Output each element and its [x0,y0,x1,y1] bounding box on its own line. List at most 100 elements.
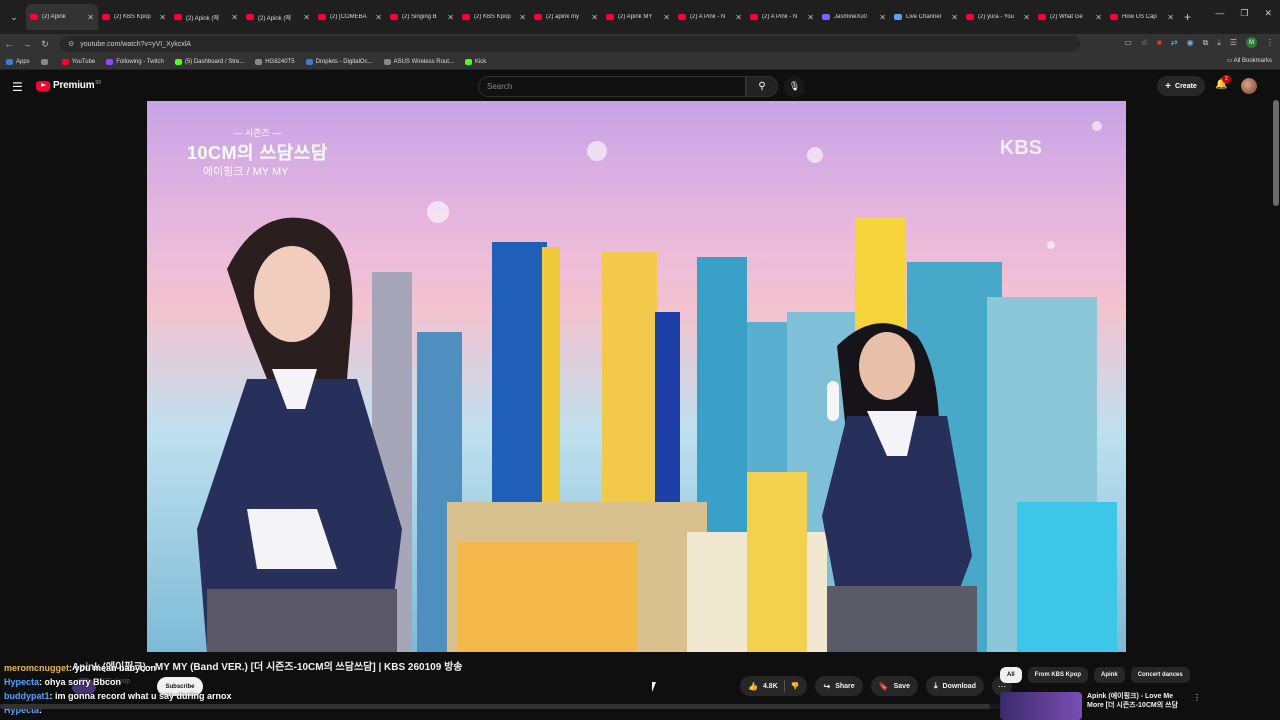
network-watermark: KBS [999,137,1042,159]
recommendation-title[interactable]: Apink (에이핑크) - Love Me More [더 시즌즈-10CM의… [1087,692,1187,720]
tab-close-icon[interactable]: ✕ [447,13,454,22]
bookmark-apps[interactable]: Apps [6,58,30,65]
tab-close-icon[interactable]: ✕ [159,13,166,22]
search-button[interactable]: ⚲ [746,76,778,97]
tab-search-icon[interactable]: ⌄ [4,7,24,27]
chrome-menu-icon[interactable]: ⋮ [1266,38,1274,47]
download-icon[interactable]: ⤓ [1217,38,1221,48]
tab-close-icon[interactable]: ✕ [1095,13,1102,22]
profile-icon[interactable]: M [1246,37,1257,48]
tab-close-icon[interactable]: ✕ [303,13,310,22]
extension-blue-icon[interactable]: ◉ [1187,38,1194,47]
filter-chip[interactable]: From KBS Kpop [1027,667,1089,683]
browser-tab[interactable]: (2) KBS Kpop ✕ [98,4,170,30]
recommendation-menu-icon[interactable]: ⋮ [1193,693,1201,702]
filter-chip[interactable]: All [1000,667,1022,683]
browser-tab[interactable]: (2) Apink MY ✕ [602,4,674,30]
extensions-icon[interactable]: ⧉ [1203,38,1209,48]
back-icon[interactable]: ← [0,39,18,49]
browser-tab[interactable]: (2) Apink ✕ [26,4,98,30]
share-button[interactable]: ↪ Share [815,676,863,696]
browser-tab[interactable]: (2) A Pink - N ✕ [746,4,818,30]
tab-close-icon[interactable]: ✕ [375,13,382,22]
tab-label: (2) Apink MY [618,14,653,20]
tab-close-icon[interactable]: ✕ [663,13,670,22]
site-info-icon[interactable]: ⚙ [68,40,74,48]
browser-tab[interactable]: (2) What Ge ✕ [1034,4,1106,30]
menu-icon[interactable]: ☰ [1230,38,1237,47]
browser-tab[interactable]: (2) apink my ✕ [530,4,602,30]
bookmark-twitch[interactable]: Following - Twitch [106,58,164,65]
bookmark-kick[interactable]: Kick [464,58,486,65]
browser-tab[interactable]: (2) [COMEBA ✕ [314,4,386,30]
asus-icon [383,58,391,65]
video-actions: 👍 4.8K 👎 ↪ Share 🔖 Save ⤓ Download ⋯ [740,676,1012,696]
bokeh-light [1047,241,1055,249]
kick-icon [464,58,472,65]
browser-tab[interactable]: (2) A Pink - N ✕ [674,4,746,30]
create-button[interactable]: + Create [1157,76,1205,96]
close-window-icon[interactable]: ✕ [1264,8,1272,19]
download-button[interactable]: ⤓ Download [925,676,984,696]
bookmark-asus[interactable]: ASUS Wireless Rout... [383,58,454,65]
bookmark-router[interactable]: HG8240T5 [255,58,295,65]
apps-icon [6,58,13,65]
extension-translate-icon[interactable]: ⇄ [1171,38,1178,47]
address-bar[interactable]: ⚙ youtube.com/watch?v=yVI_XykcxlA [60,36,1080,52]
browser-tab[interactable]: JasmineXu0 ✕ [818,4,890,30]
browser-tab[interactable]: (2) KBS Kpop ✕ [458,4,530,30]
bookmark-youtube[interactable]: YouTube [61,58,95,65]
tab-close-icon[interactable]: ✕ [951,13,958,22]
restore-icon[interactable]: ❐ [1240,8,1248,19]
tab-favicon-icon [894,14,902,20]
browser-tab[interactable]: How US Cap ✕ [1106,4,1178,30]
reload-icon[interactable]: ↻ [36,39,54,50]
filter-chip[interactable]: Concert dances [1130,667,1190,683]
bookmark-digitalocean[interactable]: Droplets - DigitalOc... [305,58,373,65]
save-button[interactable]: 🔖 Save [870,676,918,696]
bookmark-star-icon[interactable]: ☆ [1141,38,1148,47]
tab-close-icon[interactable]: ✕ [807,13,814,22]
tab-close-icon[interactable]: ✕ [87,13,94,22]
minimize-icon[interactable]: — [1215,8,1224,19]
tab-close-icon[interactable]: ✕ [879,13,886,22]
youtube-icon [61,58,69,65]
grid-icon [40,58,48,65]
guide-menu-icon[interactable]: ☰ [12,80,23,94]
bokeh-light [1092,121,1102,131]
tab-close-icon[interactable]: ✕ [231,13,238,22]
like-button[interactable]: 👍 4.8K [748,682,778,691]
bookmark-dashboard[interactable]: (5) Dashboard / Stre... [174,58,244,65]
cast-icon[interactable]: ▭ [1124,38,1132,47]
bookmark-grid[interactable] [40,58,51,65]
tab-favicon-icon [1038,14,1046,20]
tab-favicon-icon [318,14,326,20]
tab-close-icon[interactable]: ✕ [735,13,742,22]
browser-tab[interactable]: (2) Apink (에 ✕ [170,4,242,30]
recommendation-thumbnail[interactable] [1000,692,1082,720]
tab-label: (2) A Pink - N [762,14,798,20]
video-player[interactable]: — 시즌즈 — 10CM의 쓰담쓰담 에이핑크 / MY MY KBS [147,101,1126,652]
filter-chip[interactable]: Apink [1094,667,1125,683]
browser-tab[interactable]: (2) yura - You ✕ [962,4,1034,30]
horizontal-scrollbar[interactable] [0,704,1000,709]
browser-tab[interactable]: (2) Apink (에 ✕ [242,4,314,30]
browser-tab[interactable]: (2) Singing B ✕ [386,4,458,30]
horizontal-scroll-thumb[interactable] [0,704,990,709]
browser-tab[interactable]: Live Channel ✕ [890,4,962,30]
search-input[interactable]: Search [478,76,746,97]
youtube-logo[interactable]: Premium 99 [36,80,101,91]
extension-red-icon[interactable]: ■ [1157,38,1162,47]
tab-close-icon[interactable]: ✕ [1023,13,1030,22]
all-bookmarks[interactable]: ▭ All Bookmarks [1227,57,1272,64]
voice-search-button[interactable]: 🎙 [784,76,805,97]
tab-close-icon[interactable]: ✕ [591,13,598,22]
new-tab-icon[interactable]: + [1184,10,1191,24]
chat-username: meromcnugget [4,663,70,673]
forward-icon[interactable]: → [18,39,36,49]
tab-close-icon[interactable]: ✕ [519,13,526,22]
dislike-button[interactable]: 👎 [791,682,800,690]
account-avatar[interactable] [1241,78,1257,94]
page-scrollbar[interactable] [1273,100,1279,206]
tab-close-icon[interactable]: ✕ [1167,13,1174,22]
